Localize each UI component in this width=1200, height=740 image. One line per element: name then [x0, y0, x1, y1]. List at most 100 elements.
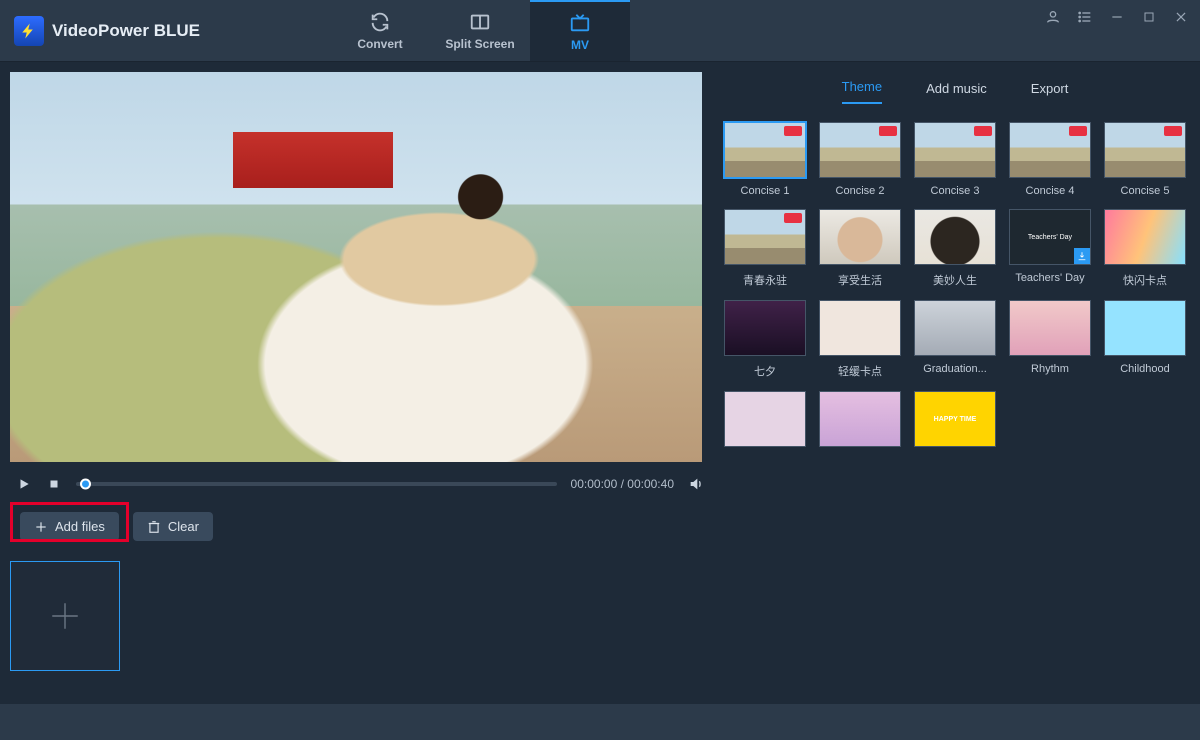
video-preview[interactable] — [10, 72, 702, 462]
tab-add-music[interactable]: Add music — [926, 81, 987, 104]
split-screen-icon — [469, 11, 491, 33]
add-files-label: Add files — [55, 519, 105, 534]
theme-label: Rhythm — [1031, 363, 1069, 375]
theme-label: 享受生活 — [838, 272, 882, 288]
theme-label: Graduation... — [923, 363, 987, 375]
theme-thumbnail — [724, 391, 806, 447]
seek-knob[interactable] — [80, 479, 91, 490]
theme-label: 轻缓卡点 — [838, 363, 882, 379]
volume-icon[interactable] — [688, 476, 704, 492]
hot-badge-icon — [1069, 126, 1087, 136]
theme-item[interactable]: 七夕 — [724, 300, 806, 379]
theme-item[interactable]: Concise 3 — [914, 122, 996, 197]
menu-icon[interactable] — [1076, 8, 1094, 26]
theme-label: Childhood — [1120, 363, 1170, 375]
status-bar — [0, 704, 1200, 740]
minimize-icon[interactable] — [1108, 8, 1126, 26]
theme-item[interactable]: Concise 2 — [819, 122, 901, 197]
theme-thumbnail — [1009, 209, 1091, 265]
tab-split-screen[interactable]: Split Screen — [430, 0, 530, 61]
refresh-icon — [369, 11, 391, 33]
stop-button[interactable] — [46, 476, 62, 492]
theme-item[interactable]: 轻缓卡点 — [819, 300, 901, 379]
tab-mv[interactable]: MV — [530, 0, 630, 61]
theme-item[interactable] — [819, 391, 901, 454]
theme-item[interactable]: 享受生活 — [819, 209, 901, 288]
hot-badge-icon — [879, 126, 897, 136]
theme-item[interactable] — [914, 391, 996, 454]
tab-convert[interactable]: Convert — [330, 0, 430, 61]
theme-item[interactable]: Rhythm — [1009, 300, 1091, 379]
theme-item[interactable]: 快闪卡点 — [1104, 209, 1186, 288]
tab-export[interactable]: Export — [1031, 81, 1069, 104]
theme-label: 七夕 — [754, 363, 776, 379]
tab-split-label: Split Screen — [445, 37, 514, 51]
theme-thumbnail — [724, 209, 806, 265]
theme-thumbnail — [1104, 209, 1186, 265]
time-total: 00:00:40 — [627, 477, 674, 491]
theme-item[interactable]: 青春永驻 — [724, 209, 806, 288]
theme-label: Concise 5 — [1121, 185, 1170, 197]
bolt-icon — [14, 16, 44, 46]
theme-item[interactable]: Teachers' Day — [1009, 209, 1091, 288]
title-bar: VideoPower BLUE Convert Split Screen MV — [0, 0, 1200, 62]
theme-item[interactable]: Concise 5 — [1104, 122, 1186, 197]
theme-thumbnail — [914, 300, 996, 356]
theme-thumbnail — [819, 300, 901, 356]
tab-convert-label: Convert — [357, 37, 402, 51]
theme-label: 美妙人生 — [933, 272, 977, 288]
hot-badge-icon — [974, 126, 992, 136]
window-controls — [1044, 8, 1190, 26]
add-clip-slot[interactable] — [10, 561, 120, 671]
theme-thumbnail — [724, 300, 806, 356]
tv-icon — [569, 12, 591, 34]
theme-item[interactable]: Childhood — [1104, 300, 1186, 379]
theme-label: Concise 1 — [741, 185, 790, 197]
clear-label: Clear — [168, 519, 199, 534]
theme-label: Concise 3 — [931, 185, 980, 197]
hot-badge-icon — [784, 126, 802, 136]
theme-thumbnail — [1009, 300, 1091, 356]
theme-grid: Concise 1 Concise 2 Concise 3 Concise 4 Conc… — [720, 122, 1190, 454]
time-current: 00:00:00 — [571, 477, 618, 491]
theme-label: Concise 2 — [836, 185, 885, 197]
theme-label: Concise 4 — [1026, 185, 1075, 197]
theme-label: Teachers' Day — [1015, 272, 1084, 284]
theme-label: 青春永驻 — [743, 272, 787, 288]
tab-mv-label: MV — [571, 38, 589, 52]
theme-thumbnail — [724, 122, 806, 178]
preview-image — [10, 72, 702, 462]
theme-item[interactable] — [724, 391, 806, 454]
action-bar: Add files Clear — [0, 506, 710, 541]
app-title: VideoPower BLUE — [52, 21, 200, 41]
theme-label: 快闪卡点 — [1123, 272, 1167, 288]
play-button[interactable] — [16, 476, 32, 492]
hot-badge-icon — [1164, 126, 1182, 136]
hot-badge-icon — [784, 213, 802, 223]
add-files-button[interactable]: Add files — [20, 512, 119, 541]
close-icon[interactable] — [1172, 8, 1190, 26]
theme-thumbnail — [914, 209, 996, 265]
theme-thumbnail — [1009, 122, 1091, 178]
theme-thumbnail — [914, 391, 996, 447]
theme-item[interactable]: Graduation... — [914, 300, 996, 379]
theme-thumbnail — [819, 391, 901, 447]
theme-thumbnail — [914, 122, 996, 178]
clear-button[interactable]: Clear — [133, 512, 213, 541]
app-logo: VideoPower BLUE — [0, 0, 200, 61]
theme-item[interactable]: Concise 1 — [724, 122, 806, 197]
theme-thumbnail — [1104, 300, 1186, 356]
theme-item[interactable]: 美妙人生 — [914, 209, 996, 288]
timeline-strip — [10, 561, 700, 681]
right-panel-tabs: Theme Add music Export — [720, 70, 1190, 104]
tab-theme[interactable]: Theme — [842, 79, 882, 104]
theme-item[interactable]: Concise 4 — [1009, 122, 1091, 197]
time-display: 00:00:00 / 00:00:40 — [571, 477, 674, 491]
theme-thumbnail — [819, 122, 901, 178]
seek-slider[interactable] — [76, 482, 557, 486]
theme-thumbnail — [1104, 122, 1186, 178]
theme-thumbnail — [819, 209, 901, 265]
account-icon[interactable] — [1044, 8, 1062, 26]
download-icon[interactable] — [1074, 248, 1090, 264]
maximize-icon[interactable] — [1140, 8, 1158, 26]
